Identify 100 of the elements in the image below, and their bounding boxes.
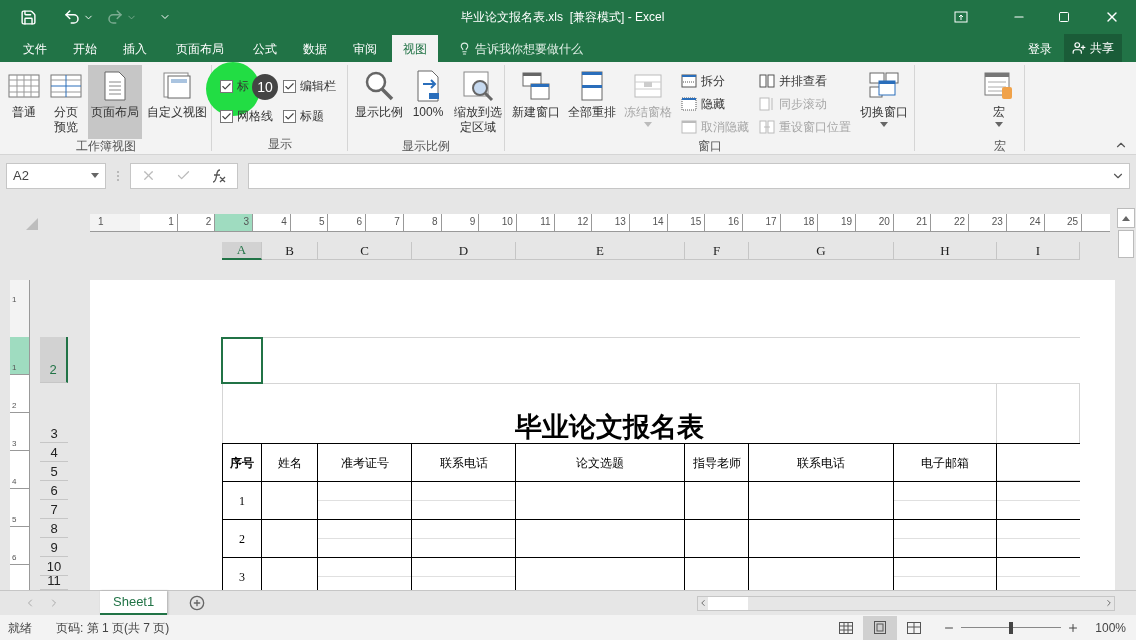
window-icon [681, 119, 697, 134]
add-sheet-icon[interactable] [189, 595, 206, 611]
ruler-number: 16 [727, 215, 739, 229]
column-header[interactable]: B [262, 242, 318, 260]
zoom-slider[interactable] [961, 621, 1062, 634]
ruler-number: 8 [431, 215, 438, 229]
ribbon-button[interactable]: 切换窗口 [857, 65, 911, 139]
ruler-number: 3 [243, 215, 250, 229]
ruler-number: 23 [991, 215, 1003, 229]
ribbon-button[interactable]: 缩放到选定区域 [450, 65, 506, 139]
horizontal-scrollbar[interactable] [697, 595, 1115, 611]
ruler-number: 2 [205, 215, 212, 229]
sheet-tab[interactable]: Sheet1 [100, 591, 168, 615]
column-heading: 论文选题 [516, 443, 685, 481]
ribbon-button[interactable]: 并排查看 [759, 71, 851, 90]
page-break-icon [907, 621, 922, 634]
scroll-thumb[interactable] [1117, 230, 1134, 258]
caret-icon [995, 122, 1003, 127]
ribbon-tab[interactable]: 视图 [392, 35, 438, 62]
ribbon-button[interactable]: 自定义视图 [144, 65, 210, 139]
function-icon[interactable] [211, 168, 227, 183]
ribbon-button[interactable]: 隐藏 [681, 94, 749, 113]
table-cell: 1 [222, 481, 262, 519]
group-label: 显示比例 [401, 139, 451, 153]
selected-cell[interactable] [221, 337, 263, 384]
checkbox[interactable]: 编辑栏 [283, 77, 336, 95]
sign-in-link[interactable]: 登录 [1028, 35, 1052, 62]
tell-me-field[interactable]: 告诉我你想要做什么 [458, 35, 583, 62]
undo-icon[interactable] [63, 8, 81, 26]
ruler-number: 4 [12, 476, 17, 488]
column-header[interactable]: H [894, 242, 997, 260]
scroll-right-icon[interactable] [1104, 598, 1114, 608]
caret-icon [644, 122, 652, 127]
column-header[interactable]: E [516, 242, 685, 260]
ribbon-button[interactable]: 分页预览 [46, 65, 86, 139]
step-badge: 10 [252, 74, 278, 100]
ruler-number: 1 [12, 362, 17, 374]
table-cell [685, 519, 749, 557]
check-icon [221, 80, 232, 92]
checkbox[interactable]: 网格线 [220, 107, 273, 125]
ruler-number: 19 [840, 215, 853, 229]
column-heading: 指导老师 [685, 443, 749, 481]
save-icon[interactable] [20, 8, 37, 26]
ruler-number: 1 [168, 215, 174, 229]
scroll-up-icon[interactable] [1121, 215, 1130, 221]
view-button[interactable] [863, 615, 898, 640]
ribbon-button[interactable]: 普通 [4, 65, 44, 139]
column-header[interactable]: I [997, 242, 1080, 260]
zoom-thumb[interactable] [1009, 621, 1014, 634]
formula-field[interactable] [248, 162, 1130, 189]
ribbon-button[interactable]: 全部重排 [565, 65, 619, 139]
reset-position-icon [759, 119, 775, 134]
ruler-number: 7 [394, 215, 400, 229]
cancel-icon[interactable] [141, 168, 156, 183]
column-heading: 序号 [222, 443, 262, 481]
ribbon-tab[interactable]: 公式 [242, 35, 288, 62]
ruler-number: 15 [690, 215, 702, 229]
checkbox[interactable]: 标题 [283, 107, 324, 125]
column-header[interactable]: A [222, 242, 262, 260]
zoom-in-icon[interactable] [1067, 621, 1080, 634]
ribbon-tab[interactable]: 开始 [62, 35, 108, 62]
checkbox[interactable]: 标 [220, 77, 249, 95]
group-label: 工作簿视图 [74, 139, 137, 153]
column-header[interactable]: C [318, 242, 412, 260]
hide-window-icon [681, 96, 697, 111]
ribbon-display-icon[interactable] [954, 11, 968, 23]
group-label: 宏 [992, 139, 1007, 153]
new-window-icon [519, 69, 553, 103]
maximize-icon[interactable] [1058, 11, 1070, 23]
ribbon-tab[interactable]: 数据 [292, 35, 338, 62]
ruler-number: 6 [12, 552, 17, 564]
column-header[interactable]: G [749, 242, 894, 260]
ruler-number: 1 [98, 215, 104, 229]
caret-icon [880, 122, 888, 127]
ribbon-button[interactable]: 页面布局 [88, 65, 142, 139]
ruler-number: 4 [281, 215, 287, 229]
ribbon-tab[interactable]: 审阅 [342, 35, 388, 62]
column-heading: 姓名 [262, 443, 318, 481]
ribbon-button[interactable]: 100% [408, 65, 448, 139]
table-cell [685, 481, 749, 519]
check-icon [284, 110, 295, 122]
ribbon-button[interactable]: 拆分 [681, 71, 749, 90]
window-title: 毕业论文报名表.xls [兼容模式] - Excel [461, 9, 665, 26]
ribbon-button[interactable]: 新建窗口 [509, 65, 563, 139]
ribbon-tab[interactable]: 页面布局 [162, 35, 238, 62]
row-header[interactable]: 11 [40, 576, 68, 590]
scroll-left-icon[interactable] [698, 598, 708, 608]
column-header[interactable]: D [412, 242, 516, 260]
scroll-thumb[interactable] [708, 596, 748, 610]
name-box[interactable]: A2 [6, 162, 106, 189]
ribbon-button[interactable]: 宏 [979, 65, 1019, 139]
table-cell: 2 [222, 519, 262, 557]
ruler-number: 3 [12, 438, 17, 450]
check-icon [284, 80, 295, 92]
ribbon-tab[interactable]: 文件 [12, 35, 58, 62]
share-button[interactable]: 共享 [1064, 34, 1122, 62]
ribbon-button[interactable]: 显示比例 [352, 65, 406, 139]
row-header[interactable]: 2 [40, 337, 68, 383]
ribbon-tab[interactable]: 插入 [112, 35, 158, 62]
column-header[interactable]: F [685, 242, 749, 260]
